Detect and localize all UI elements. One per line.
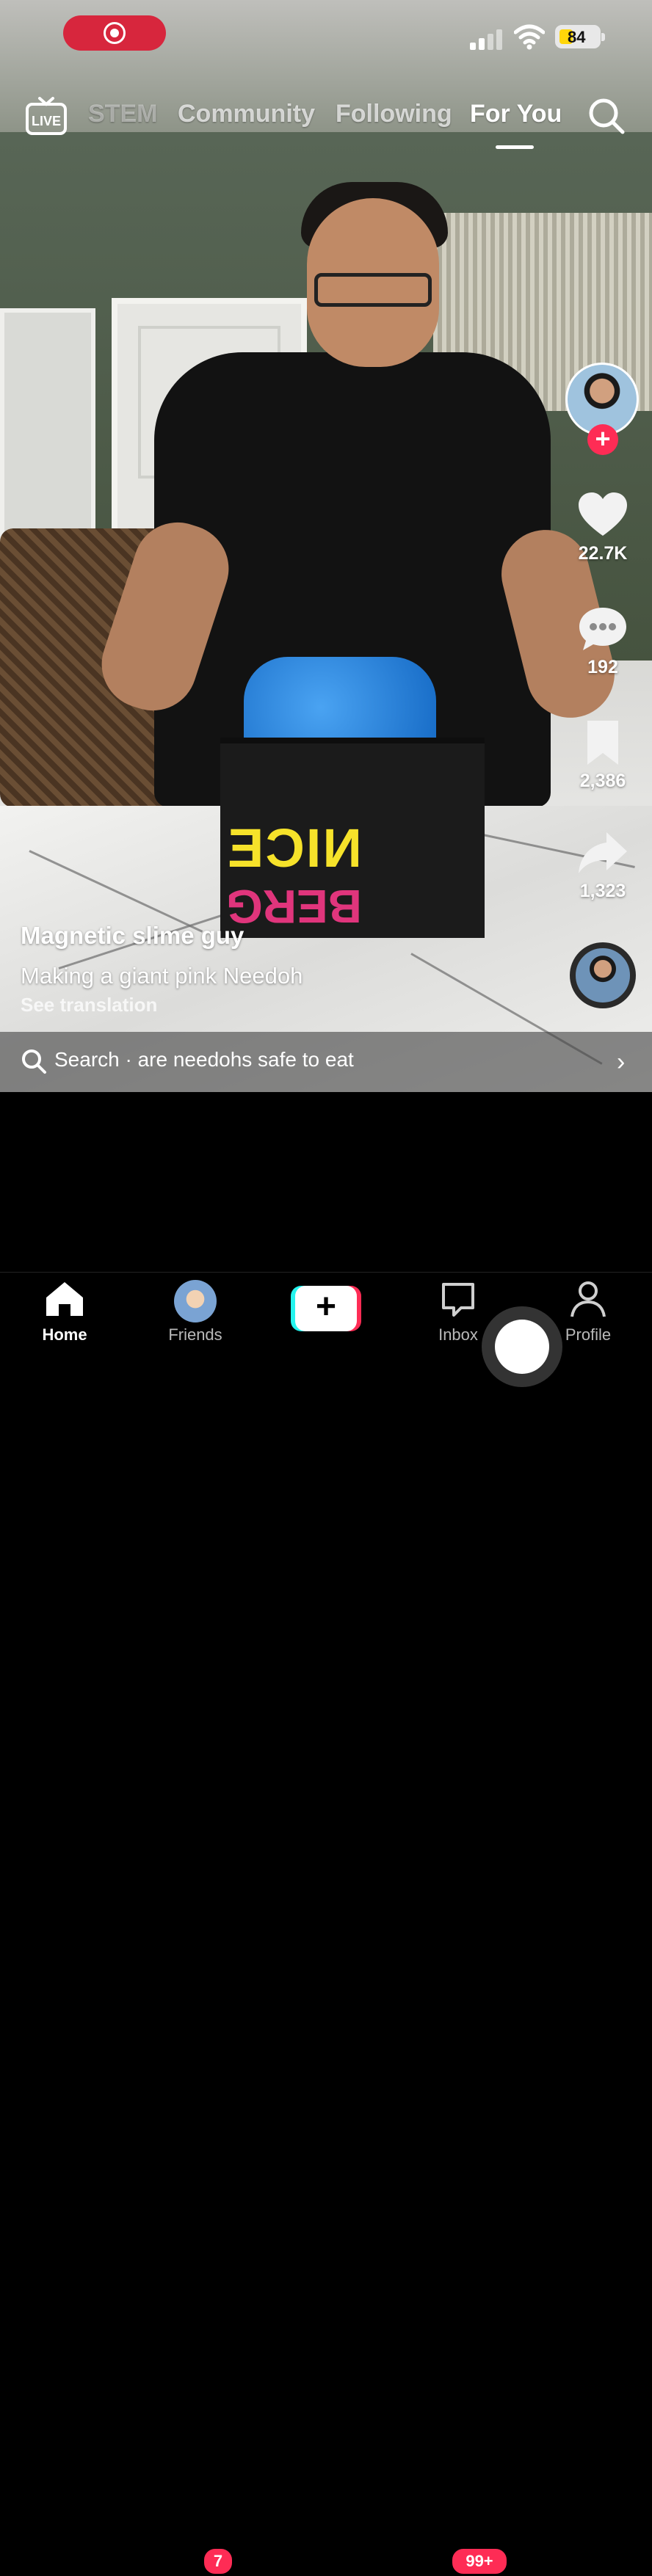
nav-home-label: Home (42, 1325, 87, 1344)
video-product-box: NICE BERG (220, 738, 485, 938)
share-action[interactable]: 1,323 (562, 829, 643, 902)
search-icon[interactable] (587, 97, 626, 135)
video-description: Making a giant pink Needoh (21, 963, 303, 989)
follow-button[interactable]: + (587, 424, 618, 455)
cellular-signal-icon (470, 28, 505, 50)
live-tv-icon[interactable]: LIVE (25, 95, 68, 137)
create-button[interactable]: + (291, 1286, 361, 1331)
screen-record-indicator[interactable] (63, 15, 166, 51)
share-arrow-icon (579, 832, 627, 873)
inbox-icon (442, 1283, 474, 1317)
tab-stem[interactable]: STEM (88, 100, 157, 128)
video-caption: Magnetic slime guy Making a giant pink N… (21, 922, 535, 1016)
save-action[interactable]: 2,386 (562, 719, 643, 792)
search-icon (22, 1049, 46, 1074)
assistive-touch-button[interactable] (482, 1306, 562, 1387)
record-icon (104, 22, 126, 44)
comment-bubble-icon (579, 608, 626, 650)
bookmark-icon (587, 721, 618, 765)
save-count: 2,386 (579, 771, 626, 791)
search-suggestion-text: Search · are needohs safe to eat (54, 1048, 354, 1071)
inbox-badge: 99+ (450, 2547, 509, 2576)
search-suggestion-bar[interactable]: Search · are needohs safe to eat › (0, 1032, 652, 1092)
top-feed-nav: LIVE STEM Community Following For You (0, 88, 652, 154)
nav-friends[interactable]: Friends (144, 1280, 247, 1345)
like-action[interactable]: 22.7K (562, 492, 643, 564)
comment-count: 192 (587, 657, 618, 677)
friends-badge: 7 (202, 2547, 234, 2576)
status-bar: 84 (0, 0, 652, 73)
comment-action[interactable]: 192 (562, 605, 643, 678)
tab-for-you[interactable]: For You (470, 100, 562, 128)
chevron-right-icon: › (617, 1048, 626, 1076)
tab-following[interactable]: Following (336, 100, 452, 128)
wifi-icon (514, 24, 545, 50)
profile-icon (570, 1281, 606, 1317)
friends-avatar (174, 1280, 217, 1322)
sound-disc[interactable] (570, 942, 636, 1008)
box-text-top: NICE (226, 818, 362, 878)
see-translation-link[interactable]: See translation (21, 994, 535, 1016)
share-count: 1,323 (579, 881, 626, 901)
nav-home[interactable]: Home (13, 1280, 116, 1345)
home-icon (46, 1282, 83, 1316)
tab-community[interactable]: Community (178, 100, 315, 128)
active-tab-indicator (496, 145, 534, 149)
video-glasses (314, 273, 432, 307)
battery-icon: 84 (555, 25, 605, 48)
svg-text:LIVE: LIVE (32, 114, 61, 128)
nav-friends-label: Friends (168, 1325, 222, 1344)
author-name[interactable]: Magnetic slime guy (21, 922, 535, 950)
plus-icon: + (295, 1286, 357, 1331)
like-count: 22.7K (578, 543, 628, 564)
battery-level: 84 (568, 28, 586, 46)
heart-icon (579, 492, 627, 536)
